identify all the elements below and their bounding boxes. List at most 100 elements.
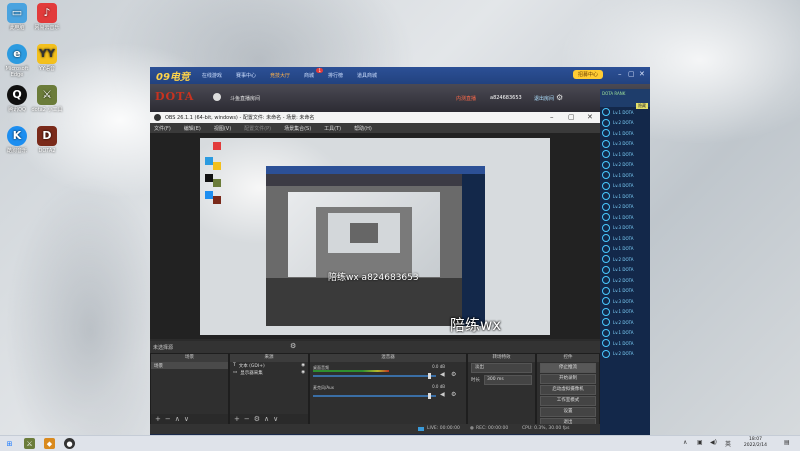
notification-badge: 1 — [316, 68, 323, 73]
player-level: Lv.1 DOTA — [613, 246, 634, 252]
player-row[interactable]: Lv.1 DOTA — [600, 128, 650, 139]
player-row[interactable]: Lv.4 DOTA — [600, 181, 650, 192]
player-row[interactable]: Lv.1 DOTA — [600, 265, 650, 276]
virtual-camera-button[interactable]: 启动虚拟摄像机 — [540, 385, 596, 395]
desktop-icon-dota-tool[interactable]: ⚔ dota2 小工具 — [30, 85, 64, 113]
player-row[interactable]: Lv.2 DOTA — [600, 202, 650, 213]
down-icon[interactable]: ∨ — [184, 415, 189, 423]
player-row[interactable]: Lv.2 DOTA — [600, 349, 650, 360]
player-row[interactable]: Lv.3 DOTA — [600, 296, 650, 307]
desktop-icon-edge[interactable]: e Microsoft Edge — [0, 44, 34, 78]
client-tab-active[interactable]: 竞技大厅 — [270, 72, 290, 79]
player-row[interactable]: Lv.2 DOTA — [600, 118, 650, 129]
player-row[interactable]: Lv.1 DOTA — [600, 307, 650, 318]
network-icon[interactable]: ▣ — [697, 439, 703, 446]
speaker-icon[interactable]: ◀ — [440, 371, 445, 378]
studio-mode-button[interactable]: 工作室模式 — [540, 396, 596, 406]
player-row[interactable]: Lv.1 DOTA — [600, 170, 650, 181]
recruit-button[interactable]: 招募中心 — [573, 70, 604, 79]
close-icon[interactable]: ✕ — [587, 113, 593, 121]
gear-icon[interactable]: ⚙ — [556, 93, 563, 102]
menu-item-file[interactable]: 文件(F) — [154, 125, 171, 132]
chevron-up-icon[interactable]: ∧ — [683, 439, 687, 446]
client-tab[interactable]: 赛事中心 — [236, 72, 256, 79]
clock[interactable]: 18:07 2022/2/14 — [744, 437, 767, 449]
desktop-icon-computer[interactable]: ▭ 此电脑 — [0, 3, 34, 31]
player-row[interactable]: Lv.1 DOTA — [600, 149, 650, 160]
menu-item-tools[interactable]: 工具(T) — [324, 125, 341, 132]
maximize-icon[interactable]: ▢ — [628, 70, 635, 78]
minimize-icon[interactable]: – — [550, 113, 554, 121]
volume-slider[interactable] — [313, 375, 436, 377]
dota-tool-taskbar-icon[interactable]: ⚔ — [24, 438, 35, 449]
player-row[interactable]: Lv.2 DOTA — [600, 160, 650, 171]
add-icon[interactable]: + — [234, 415, 240, 423]
hide-button[interactable]: 隐藏 — [636, 103, 648, 109]
player-row[interactable]: Lv.1 DOTA — [600, 212, 650, 223]
transition-select[interactable]: 淡出 — [471, 363, 532, 373]
windows-start-icon[interactable]: ⊞ — [4, 438, 15, 449]
gear-icon[interactable]: ⚙ — [290, 342, 296, 350]
client-tab[interactable]: 在线游戏 — [202, 72, 222, 79]
player-row[interactable]: Lv.1 DOTA — [600, 233, 650, 244]
maximize-icon[interactable]: ▢ — [568, 113, 575, 121]
close-icon[interactable]: ✕ — [639, 70, 645, 78]
client-tab[interactable]: 道具商城 — [357, 72, 377, 79]
scene-item[interactable]: 场景 — [151, 362, 228, 369]
remove-icon[interactable]: − — [244, 415, 250, 423]
player-row[interactable]: Lv.2 DOTA — [600, 254, 650, 265]
gear-icon[interactable]: ⚙ — [451, 391, 456, 398]
menu-item-help[interactable]: 帮助(H) — [354, 125, 372, 132]
game-client-taskbar-icon[interactable]: ◆ — [44, 438, 55, 449]
player-row[interactable]: Lv.3 DOTA — [600, 139, 650, 150]
player-row[interactable]: Lv.2 DOTA — [600, 275, 650, 286]
gear-icon[interactable]: ⚙ — [254, 415, 260, 423]
player-row[interactable]: Lv.1 DOTA — [600, 338, 650, 349]
source-item[interactable]: T 文本 (GDI+) ◉ — [230, 362, 308, 369]
obs-preview[interactable]: 陪练wx a824683653 陪练wx a824683653 — [150, 133, 600, 339]
player-level: Lv.1 DOTA — [613, 193, 634, 199]
stop-streaming-button[interactable]: 停止推流 — [540, 363, 596, 373]
down-icon[interactable]: ∨ — [273, 415, 278, 423]
up-icon[interactable]: ∧ — [175, 415, 180, 423]
player-row[interactable]: Lv.1 DOTA — [600, 286, 650, 297]
desktop-icon-netease-music[interactable]: ♪ 网易云音乐 — [30, 3, 64, 31]
menu-item-view[interactable]: 视图(V) — [214, 125, 231, 132]
eye-icon[interactable]: ◉ — [301, 370, 305, 375]
remove-icon[interactable]: − — [165, 415, 171, 423]
menu-item-edit[interactable]: 编辑(E) — [184, 125, 201, 132]
client-tab[interactable]: 排行榜 — [328, 72, 343, 79]
notification-icon[interactable]: ▤ — [784, 439, 790, 446]
volume-slider[interactable] — [313, 395, 436, 397]
obs-taskbar-icon[interactable]: ● — [64, 438, 75, 449]
menu-item-profile[interactable]: 配置文件(P) — [244, 125, 271, 132]
player-row[interactable]: Lv.2 DOTA — [600, 317, 650, 328]
volume-knob[interactable] — [427, 373, 431, 379]
player-row[interactable]: Lv.1 DOTA — [600, 191, 650, 202]
desktop-icon-yy[interactable]: YY YY语音 — [30, 44, 64, 72]
volume-icon[interactable]: ◀) — [710, 439, 717, 446]
up-icon[interactable]: ∧ — [264, 415, 269, 423]
volume-knob[interactable] — [427, 393, 431, 399]
desktop-icon-dota2[interactable]: D DOTA2 — [30, 126, 64, 154]
start-recording-button[interactable]: 开始录制 — [540, 374, 596, 384]
menu-item-scene-collection[interactable]: 场景集合(S) — [284, 125, 311, 132]
player-row[interactable]: Lv.1 DOTA — [600, 328, 650, 339]
duration-input[interactable]: 300 ms — [484, 375, 532, 385]
player-row[interactable]: Lv.3 DOTA — [600, 223, 650, 234]
eye-icon[interactable]: ◉ — [301, 363, 305, 368]
desktop-icon-qq[interactable]: Q 腾讯QQ — [0, 85, 34, 113]
minimize-icon[interactable]: – — [618, 70, 622, 78]
add-icon[interactable]: + — [155, 415, 161, 423]
rec-time: REC: 00:00:00 — [476, 426, 509, 431]
exit-room-link[interactable]: 退出房间 — [534, 95, 554, 102]
settings-button[interactable]: 设置 — [540, 407, 596, 417]
desktop-icon-kugou[interactable]: K 酷狗音乐 — [0, 126, 34, 154]
client-tab[interactable]: 商城 1 — [304, 68, 323, 79]
speaker-icon[interactable]: ◀ — [440, 391, 445, 398]
gear-icon[interactable]: ⚙ — [451, 371, 456, 378]
input-method-icon[interactable]: 英 — [725, 439, 731, 448]
dock-title: 混音器 — [310, 354, 466, 362]
player-row[interactable]: Lv.1 DOTA — [600, 244, 650, 255]
source-item[interactable]: ▭ 显示器采集 ◉ — [230, 369, 308, 376]
